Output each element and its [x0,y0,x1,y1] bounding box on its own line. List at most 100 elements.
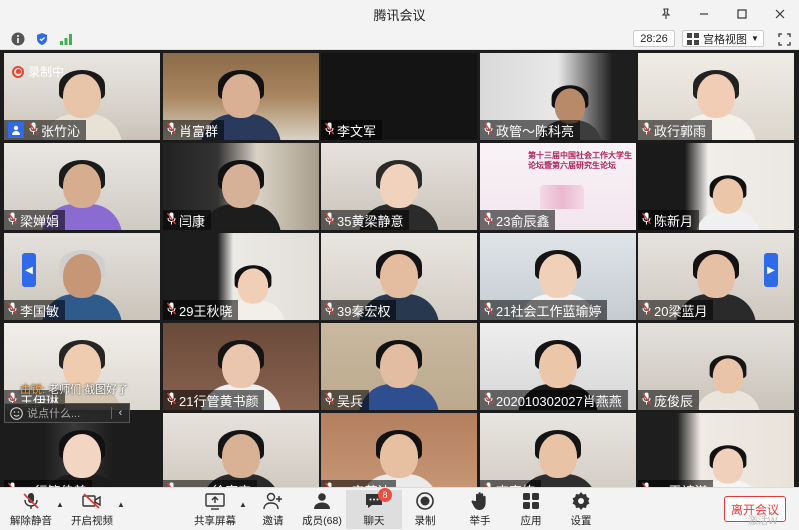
members-button[interactable]: 成员(68) [294,490,350,529]
participant-name: 梁婵娟 [20,213,60,229]
video-tile[interactable]: 吴兵 [321,323,477,410]
share-screen-button[interactable]: 共享屏幕 [187,490,243,529]
participant-name: 李国敏 [20,303,60,319]
video-tile[interactable]: 21行管黄书颜 [163,323,319,410]
participant-figure [359,340,439,410]
chevron-left-icon: ◀ [25,264,33,276]
chevron-left-icon[interactable]: ‹ [111,407,129,419]
participant-figure [696,175,761,230]
record-button[interactable]: 录制 [397,490,453,529]
chat-message: 由锐: 老师们 截图好了 [20,381,128,397]
hand-icon [468,490,492,512]
raise-hand-button[interactable]: 举手 [452,490,508,529]
chat-input-placeholder[interactable]: 说点什么... [27,405,111,421]
record-icon [413,490,437,512]
participant-name: 35黄梁静意 [337,213,404,229]
participant-name: 李文军 [337,123,377,139]
close-icon[interactable] [761,0,799,28]
participant-name-tag: 21行管黄书颜 [163,390,265,410]
participant-name: 闫康 [179,213,206,229]
mic-muted-icon [166,212,177,228]
start-video-button[interactable]: 开启视频 [64,490,120,529]
apps-button[interactable]: 应用 [503,490,559,529]
mic-muted-icon [324,212,335,228]
video-tile[interactable]: 庞俊辰 [638,323,794,410]
participant-name-tag: 李文军 [321,120,383,140]
mic-muted-icon [28,122,39,138]
previous-page-button[interactable]: ◀ [22,253,36,287]
participant-name: 吴兵 [337,393,364,409]
mic-muted-icon [641,212,652,228]
participant-name: 20梁蓝月 [654,303,708,319]
share-screen-label: 共享屏幕 [194,515,236,527]
meeting-window: 腾讯会议 28:26 宫格视图 ▼ 张竹沁 肖富群 李文军 政管～陈科亮 政行郭… [0,0,799,530]
participant-figure [201,160,281,230]
participant-name-tag: 吴兵 [321,390,370,410]
chat-sender: 由锐: [20,384,46,396]
video-tile[interactable]: 第十三届中国社会工作大学生论坛暨第六届研究生论坛 23俞辰鑫 [480,143,636,230]
emoji-icon[interactable] [5,406,27,420]
participant-name-tag: 陈新月 [638,210,700,230]
chat-button[interactable]: 8 聊天 [346,488,402,529]
chevron-down-icon: ▼ [751,34,759,43]
shared-slide-banner: 第十三届中国社会工作大学生论坛暨第六届研究生论坛 [528,151,632,170]
chat-input-bar[interactable]: 说点什么... ‹ [4,403,130,423]
apps-icon [519,490,543,512]
video-tile[interactable]: 政管～陈科亮 [480,53,636,140]
video-tile[interactable]: 39秦宏权 [321,233,477,320]
participant-name-tag: 39秦宏权 [321,300,397,320]
video-tile[interactable]: 29王秋晓 [163,233,319,320]
mic-muted-icon [641,122,652,138]
record-label: 录制 [414,515,436,527]
settings-button[interactable]: 设置 [553,490,609,529]
recording-icon [12,65,24,78]
participant-name-tag: 张竹沁 [4,120,87,140]
chat-text: 老师们 截图好了 [48,384,129,396]
participant-name: 21行管黄书颜 [179,393,259,409]
chevron-up-icon[interactable]: ▲ [56,500,64,509]
participant-name: 庞俊辰 [654,393,694,409]
chat-unread-badge: 8 [378,488,392,502]
participant-name-tag: 202010302027肖燕燕 [480,390,628,410]
mic-muted-icon [324,122,335,138]
video-tile[interactable]: 21社会工作蓝瑜婷 [480,233,636,320]
mic-muted-icon [483,302,494,318]
participant-name: 张竹沁 [41,123,81,139]
start-video-label: 开启视频 [71,515,113,527]
video-tile[interactable]: 闫康 [163,143,319,230]
participant-name-tag: 21社会工作蓝瑜婷 [480,300,608,320]
chevron-right-icon: ▶ [767,264,775,276]
unmute-button[interactable]: 解除静音 [3,490,59,529]
activation-watermark: 激活W [748,516,778,527]
view-mode-label: 宫格视图 [703,33,748,46]
window-title: 腾讯会议 [373,7,426,23]
unmute-label: 解除静音 [10,515,52,527]
pin-icon[interactable] [647,0,685,28]
camera-off-icon [80,490,104,512]
apps-label: 应用 [520,515,542,527]
video-tile[interactable]: 陈新月 [638,143,794,230]
mic-muted-icon [641,392,652,408]
mic-muted-icon [7,212,18,228]
chevron-up-icon[interactable]: ▲ [117,500,125,509]
video-tile[interactable]: 202010302027肖燕燕 [480,323,636,410]
members-label: 成员(68) [302,515,342,527]
video-tile[interactable]: 梁婵娟 [4,143,160,230]
settings-label: 设置 [570,515,592,527]
maximize-icon[interactable] [723,0,761,28]
invite-button[interactable]: 邀请 [245,490,301,529]
shield-icon[interactable] [34,31,50,47]
fullscreen-icon[interactable] [776,31,792,47]
share-screen-icon [203,490,227,512]
recording-indicator: 录制中 [12,63,64,80]
video-tile[interactable]: 政行郭雨 [638,53,794,140]
signal-icon[interactable] [58,31,74,47]
next-page-button[interactable]: ▶ [764,253,778,287]
recording-label: 录制中 [28,65,65,79]
info-icon[interactable] [10,31,26,47]
minimize-icon[interactable] [685,0,723,28]
view-mode-button[interactable]: 宫格视图 ▼ [682,30,764,47]
video-tile[interactable]: 李文军 [321,53,477,140]
video-tile[interactable]: 肖富群 [163,53,319,140]
video-tile[interactable]: 35黄梁静意 [321,143,477,230]
